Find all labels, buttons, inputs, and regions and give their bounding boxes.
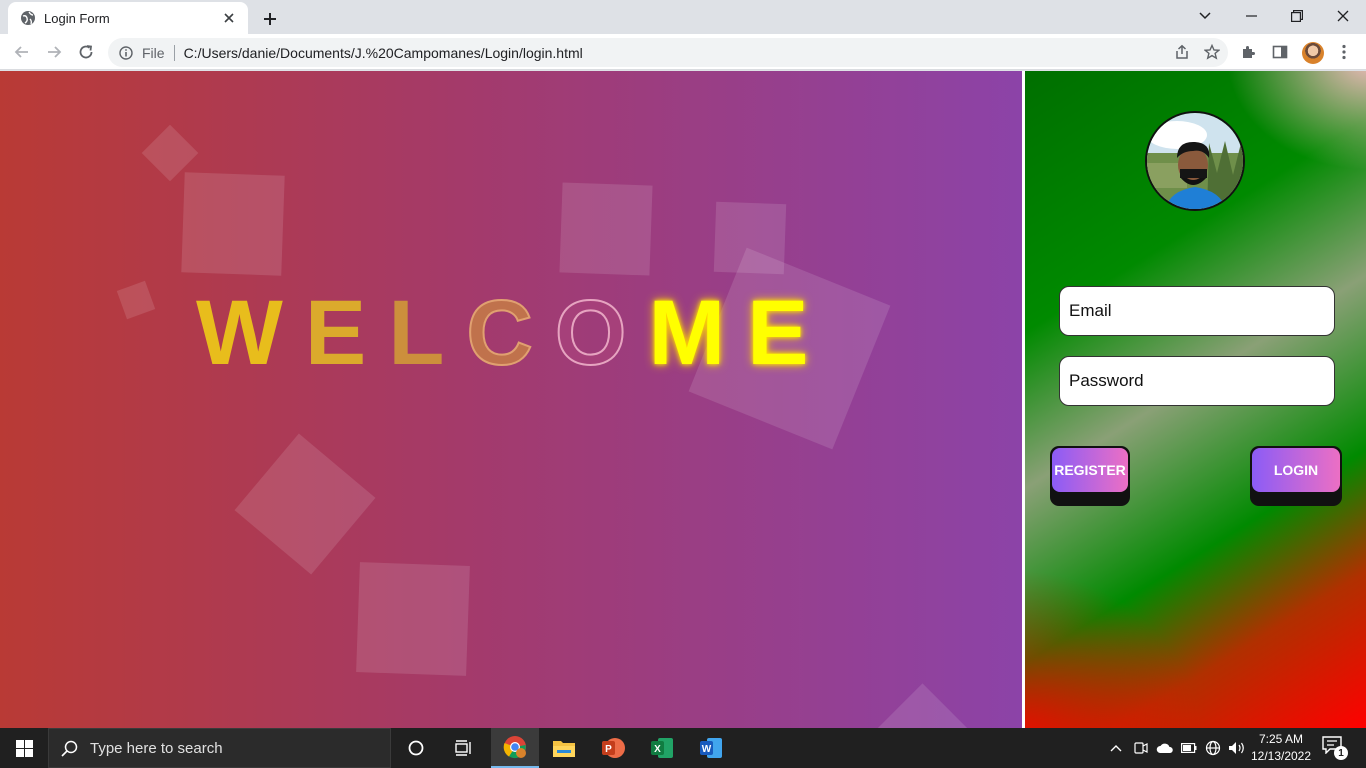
window-close-button[interactable] (1320, 0, 1366, 32)
new-tab-button[interactable] (256, 5, 284, 33)
chevron-up-icon[interactable] (1106, 738, 1126, 758)
info-icon[interactable] (118, 45, 134, 61)
forward-icon (48, 46, 62, 58)
action-center-button[interactable]: 1 (1322, 736, 1348, 760)
chrome-icon (503, 736, 526, 759)
notification-badge: 1 (1334, 746, 1348, 760)
search-placeholder: Type here to search (90, 739, 223, 757)
network-globe-icon[interactable] (1203, 738, 1223, 758)
chevron-down-icon (1199, 12, 1211, 20)
address-bar[interactable]: File C:/Users/danie/Documents/J.%20Campo… (108, 38, 1228, 67)
decorative-square (234, 433, 376, 575)
tab-strip: Login Form (0, 0, 1366, 34)
svg-text:X: X (654, 744, 661, 755)
window-close-icon (1337, 10, 1349, 22)
clock-time: 7:25 AM (1258, 732, 1304, 746)
share-icon[interactable] (1174, 44, 1190, 65)
browser-toolbar: File C:/Users/danie/Documents/J.%20Campo… (0, 34, 1366, 70)
word-icon: W (700, 738, 722, 758)
close-icon[interactable] (220, 9, 238, 27)
page-viewport: W E L C O M E Email Password REGISTER LO… (0, 71, 1366, 728)
windows-icon (15, 739, 33, 757)
extensions-icon[interactable] (1238, 42, 1258, 62)
cortana-button[interactable] (392, 728, 440, 768)
separator (173, 44, 175, 61)
avatar (1145, 111, 1245, 211)
chrome-taskbar-button[interactable] (491, 728, 539, 768)
reload-button[interactable] (72, 38, 100, 66)
reload-icon (79, 45, 93, 59)
welcome-letter: W (196, 282, 305, 384)
password-field[interactable]: Password (1059, 356, 1335, 406)
task-view-button[interactable] (440, 728, 488, 768)
powerpoint-icon: P (602, 738, 625, 758)
task-view-icon (455, 740, 471, 756)
welcome-letter: E (304, 282, 389, 384)
meet-now-icon[interactable] (1131, 738, 1151, 758)
welcome-letter: C (465, 282, 555, 384)
excel-icon: X (651, 738, 673, 758)
welcome-letter: M (648, 282, 748, 384)
taskbar: Type here to search P X W 7:25 AM 12/13/… (0, 728, 1366, 768)
restore-button[interactable] (1274, 0, 1320, 32)
excel-taskbar-button[interactable]: X (638, 728, 686, 768)
email-field[interactable]: Email (1059, 286, 1335, 336)
password-placeholder: Password (1069, 371, 1144, 390)
search-icon (61, 740, 78, 757)
decorative-square (559, 182, 653, 276)
system-clock[interactable]: 7:25 AM 12/13/2022 (1248, 731, 1314, 765)
restore-icon (1291, 10, 1303, 22)
minimize-button[interactable] (1228, 0, 1274, 32)
welcome-letter: L (388, 282, 467, 384)
register-label: REGISTER (1052, 448, 1128, 492)
word-taskbar-button[interactable]: W (687, 728, 735, 768)
decorative-square (181, 172, 285, 276)
profile-avatar[interactable] (1302, 42, 1324, 64)
welcome-heading: W E L C O M E (196, 282, 831, 384)
kebab-menu-icon[interactable] (1334, 42, 1354, 62)
register-button[interactable]: REGISTER (1050, 446, 1130, 506)
battery-icon[interactable] (1179, 738, 1199, 758)
cortana-icon (408, 740, 424, 756)
file-explorer-taskbar-button[interactable] (540, 728, 588, 768)
welcome-letter: E (747, 282, 831, 384)
folder-icon (553, 741, 575, 757)
address-url[interactable]: C:/Users/danie/Documents/J.%20Campomanes… (184, 45, 583, 61)
back-icon (14, 46, 28, 58)
minimize-icon (1245, 15, 1257, 17)
decorative-square (116, 280, 156, 320)
star-icon[interactable] (1203, 43, 1221, 65)
browser-tab[interactable]: Login Form (8, 2, 248, 34)
tab-search-button[interactable] (1182, 0, 1228, 32)
volume-icon[interactable] (1227, 738, 1247, 758)
svg-text:W: W (702, 744, 712, 755)
plus-icon (264, 13, 276, 25)
forward-button[interactable] (40, 38, 68, 66)
login-panel: Email Password REGISTER LOGIN (1025, 71, 1366, 728)
clock-date: 12/13/2022 (1250, 749, 1312, 763)
welcome-letter: O (554, 282, 649, 384)
scheme-label: File (142, 44, 165, 61)
login-button[interactable]: LOGIN (1250, 446, 1342, 506)
globe-icon (20, 10, 36, 26)
taskbar-search[interactable]: Type here to search (48, 728, 391, 768)
powerpoint-taskbar-button[interactable]: P (589, 728, 637, 768)
tab-title: Login Form (44, 10, 110, 26)
welcome-panel: W E L C O M E (0, 71, 1022, 728)
login-label: LOGIN (1252, 448, 1340, 492)
back-button[interactable] (8, 38, 36, 66)
side-panel-icon[interactable] (1270, 42, 1290, 62)
email-placeholder: Email (1069, 301, 1112, 320)
onedrive-icon[interactable] (1155, 738, 1175, 758)
svg-text:P: P (605, 744, 612, 755)
decorative-square (356, 562, 470, 676)
start-button[interactable] (0, 728, 48, 768)
decorative-square (862, 683, 983, 728)
